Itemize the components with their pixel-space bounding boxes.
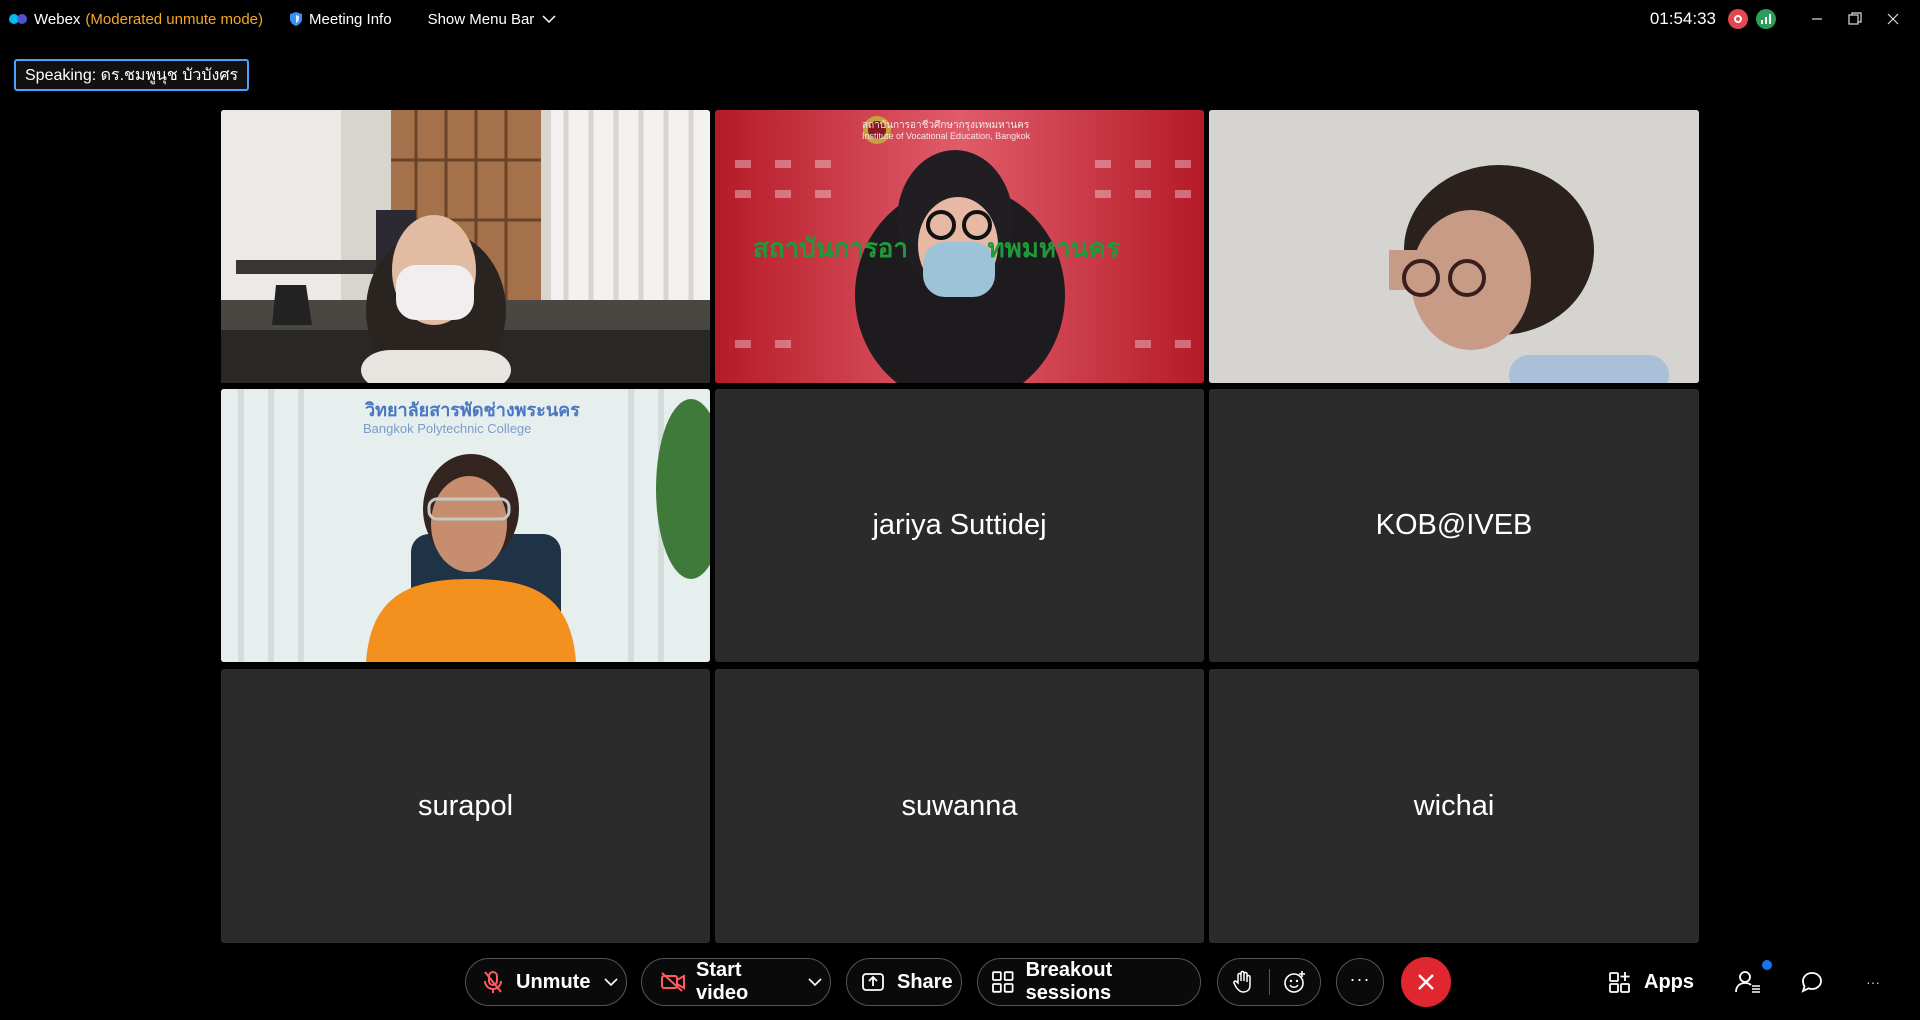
meeting-timer: 01:54:33	[1649, 9, 1716, 28]
participant-name: KOB@IVEB	[1375, 509, 1533, 541]
show-menu-bar-label: Show Menu Bar	[427, 10, 535, 28]
overflow-menu-button[interactable]: ···	[1866, 958, 1880, 1006]
video-options-chevron-icon[interactable]	[799, 977, 830, 987]
participant-video-tile[interactable]: สถาบันการอา ทพมหานคร สถาบันการอาชีวศึกษา…	[715, 110, 1204, 383]
start-video-button-group: Start video	[641, 958, 831, 1006]
start-video-label: Start video	[695, 959, 749, 1004]
apps-icon	[1609, 972, 1630, 993]
audio-options-chevron-icon[interactable]	[595, 977, 626, 987]
participants-button[interactable]	[1735, 958, 1765, 1006]
overflow-menu-label: ···	[1866, 974, 1880, 990]
breakout-sessions-label: Breakout sessions	[1025, 959, 1113, 1004]
recording-icon[interactable]	[1728, 9, 1748, 29]
close-icon	[1418, 974, 1434, 990]
participant-tile[interactable]: jariya Suttidej	[715, 389, 1204, 662]
more-options-button[interactable]: ···	[1336, 958, 1384, 1006]
participants-icon	[1735, 971, 1760, 993]
participant-tile[interactable]: KOB@IVEB	[1209, 389, 1699, 662]
more-options-label: ···	[1349, 968, 1371, 989]
webex-logo-icon	[9, 14, 27, 24]
reactions-button-group	[1217, 958, 1321, 1006]
unmute-button-group: Unmute	[465, 958, 627, 1006]
participant-name: surapol	[417, 789, 514, 822]
unmute-button[interactable]: Unmute	[466, 959, 595, 1005]
breakout-sessions-button[interactable]: Breakout sessions	[977, 958, 1201, 1006]
apps-button[interactable]: Apps	[1608, 958, 1694, 1006]
meeting-controls-bar: Unmute Start video Share Breakout sessio…	[0, 944, 1920, 1020]
video-header-en-text: Bangkok Polytechnic College	[363, 421, 532, 436]
unmute-label: Unmute	[516, 970, 591, 993]
raise-hand-icon	[1233, 970, 1251, 993]
share-button[interactable]: Share	[846, 958, 962, 1006]
participant-video-tile[interactable]	[1209, 110, 1699, 383]
participant-video	[1209, 110, 1699, 383]
active-speaker-label: Speaking: ดร.ชมพูนุช บัวบังศร	[14, 59, 250, 91]
leave-meeting-button[interactable]	[1401, 957, 1451, 1007]
participant-video-tile[interactable]	[221, 110, 710, 383]
network-health-icon[interactable]	[1756, 9, 1776, 29]
app-name: Webex	[34, 10, 81, 28]
minimize-icon[interactable]	[1798, 0, 1836, 38]
close-icon[interactable]	[1874, 0, 1912, 38]
emoji-reaction-icon	[1283, 971, 1305, 993]
participant-video	[221, 110, 710, 383]
meeting-info-label: Meeting Info	[309, 10, 392, 28]
participant-tile[interactable]: wichai	[1209, 669, 1699, 943]
apps-label: Apps	[1644, 970, 1694, 993]
shield-icon	[290, 12, 303, 26]
raise-hand-button[interactable]	[1218, 959, 1269, 1005]
moderated-mode-label: (Moderated unmute mode)	[85, 10, 264, 28]
share-label: Share	[897, 970, 953, 993]
participant-tile[interactable]: surapol	[221, 669, 710, 943]
start-video-button[interactable]: Start video	[642, 959, 799, 1005]
chat-button[interactable]	[1800, 958, 1824, 1006]
breakout-grid-icon	[992, 971, 1014, 993]
show-menu-bar-button[interactable]: Show Menu Bar	[428, 11, 557, 28]
video-banner-text: สถาบันการอา ทพมหานคร	[753, 233, 1120, 263]
notification-badge	[1762, 960, 1772, 970]
title-bar: Webex (Moderated unmute mode) Meeting In…	[0, 0, 1920, 38]
chevron-down-icon	[542, 14, 556, 23]
chat-icon	[1801, 972, 1822, 993]
reactions-button[interactable]	[1269, 959, 1320, 1005]
video-header-en-text: Institute of Vocational Education, Bangk…	[862, 131, 1031, 141]
video-header-text: วิทยาลัยสารพัดช่างพระนคร	[365, 400, 580, 420]
participant-name: jariya Suttidej	[872, 509, 1047, 541]
microphone-muted-icon	[484, 971, 502, 993]
active-speaker-text: Speaking: ดร.ชมพูนุช บัวบังศร	[25, 66, 239, 84]
participant-name: wichai	[1413, 789, 1495, 822]
meeting-info-button[interactable]: Meeting Info	[289, 11, 392, 28]
camera-off-icon	[660, 972, 685, 992]
restore-icon[interactable]	[1836, 0, 1874, 38]
participant-video-tile[interactable]: วิทยาลัยสารพัดช่างพระนคร Bangkok Polytec…	[221, 389, 710, 662]
participant-name: suwanna	[901, 789, 1018, 822]
share-screen-icon	[862, 973, 884, 991]
participant-tile[interactable]: suwanna	[715, 669, 1204, 943]
